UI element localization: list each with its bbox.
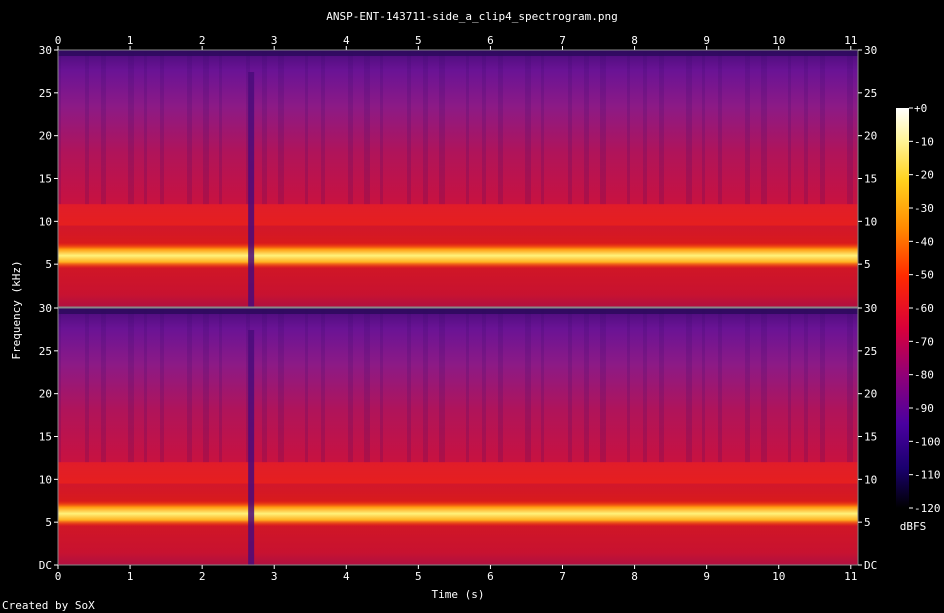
y-tick-label-right: 15 bbox=[864, 173, 877, 186]
y-tick-label-left: 5 bbox=[45, 516, 52, 529]
x-tick-label-bottom: 4 bbox=[343, 570, 350, 583]
colorbar-tick-label: -90 bbox=[914, 402, 934, 415]
x-tick-label-top: 0 bbox=[55, 34, 62, 47]
y-tick-label-left: 25 bbox=[39, 87, 52, 100]
colorbar-tick-label: -40 bbox=[914, 235, 934, 248]
y-tick-label-right: 25 bbox=[864, 87, 877, 100]
y-tick-label-right: 20 bbox=[864, 388, 877, 401]
y-tick-label-left: 30 bbox=[39, 302, 52, 315]
y-tick-label-left: 15 bbox=[39, 173, 52, 186]
x-axis-label: Time (s) bbox=[432, 588, 485, 601]
y-tick-label-right: 10 bbox=[864, 215, 877, 228]
x-tick-label-top: 6 bbox=[487, 34, 494, 47]
colorbar bbox=[896, 108, 909, 508]
x-tick-label-bottom: 11 bbox=[844, 570, 857, 583]
y-tick-label-left: 10 bbox=[39, 473, 52, 486]
colorbar-tick-label: -120 bbox=[914, 502, 941, 515]
colorbar-ticks: +0 -10 -20 -30 -40 -50 -60 -70 -80 -90 -100 -110 -12… bbox=[909, 102, 941, 515]
y-tick-label-right: 25 bbox=[864, 345, 877, 358]
x-tick-label-top: 7 bbox=[559, 34, 566, 47]
x-tick-label-top: 9 bbox=[703, 34, 710, 47]
colorbar-tick-label: -20 bbox=[914, 169, 934, 182]
colorbar-tick-label: -110 bbox=[914, 469, 941, 482]
x-tick-label-top: 1 bbox=[127, 34, 134, 47]
x-tick-label-bottom: 2 bbox=[199, 570, 206, 583]
y-tick-label-right: 30 bbox=[864, 44, 877, 57]
y-tick-label-right: 15 bbox=[864, 431, 877, 444]
x-tick-label-top: 5 bbox=[415, 34, 422, 47]
colorbar-unit: dBFS bbox=[900, 520, 927, 533]
x-tick-label-top: 3 bbox=[271, 34, 278, 47]
x-tick-label-top: 8 bbox=[631, 34, 638, 47]
x-tick-label-bottom: 9 bbox=[703, 570, 710, 583]
colorbar-tick-label: +0 bbox=[914, 102, 927, 115]
spectrogram-figure: ANSP-ENT-143711-side_a_clip4_spectrogram… bbox=[2, 10, 941, 612]
x-tick-label-top: 11 bbox=[844, 34, 857, 47]
x-tick-label-bottom: 1 bbox=[127, 570, 134, 583]
plot-panels bbox=[57, 49, 859, 566]
x-ticks-bottom: 0 1 2 3 4 5 6 7 8 9 10 11 bbox=[55, 565, 857, 583]
colorbar-tick-label: -60 bbox=[914, 302, 934, 315]
colorbar-tick-label: -70 bbox=[914, 335, 934, 348]
spectrogram-channel-2 bbox=[57, 307, 859, 566]
x-tick-label-bottom: 7 bbox=[559, 570, 566, 583]
x-tick-label-bottom: 5 bbox=[415, 570, 422, 583]
y-tick-label-right: 20 bbox=[864, 130, 877, 143]
y-tick-label-left: DC bbox=[39, 559, 52, 572]
y-tick-label-right: 10 bbox=[864, 473, 877, 486]
x-tick-label-bottom: 3 bbox=[271, 570, 278, 583]
y-tick-label-left: 15 bbox=[39, 431, 52, 444]
x-tick-label-top: 2 bbox=[199, 34, 206, 47]
x-tick-label-bottom: 10 bbox=[772, 570, 785, 583]
spectrogram-channel-1 bbox=[57, 49, 859, 308]
y-tick-label-left: 20 bbox=[39, 130, 52, 143]
y-axis-label: Frequency (kHz) bbox=[10, 260, 23, 359]
y-tick-label-left: 30 bbox=[39, 44, 52, 57]
footer-credit: Created by SoX bbox=[2, 599, 95, 612]
x-tick-label-bottom: 6 bbox=[487, 570, 494, 583]
y-tick-label-left: 10 bbox=[39, 215, 52, 228]
y-tick-label-right: 5 bbox=[864, 516, 871, 529]
y-tick-label-right: 30 bbox=[864, 302, 877, 315]
colorbar-tick-label: -80 bbox=[914, 369, 934, 382]
y-tick-label-left: 20 bbox=[39, 388, 52, 401]
chart-title: ANSP-ENT-143711-side_a_clip4_spectrogram… bbox=[326, 10, 617, 23]
x-tick-label-bottom: 0 bbox=[55, 570, 62, 583]
x-tick-label-top: 4 bbox=[343, 34, 350, 47]
colorbar-tick-label: -10 bbox=[914, 135, 934, 148]
colorbar-tick-label: -30 bbox=[914, 202, 934, 215]
colorbar-tick-label: -50 bbox=[914, 269, 934, 282]
colorbar-tick-label: -100 bbox=[914, 435, 941, 448]
x-tick-label-bottom: 8 bbox=[631, 570, 638, 583]
y-tick-label-right: 5 bbox=[864, 258, 871, 271]
y-tick-label-right: DC bbox=[864, 559, 877, 572]
y-tick-label-left: 25 bbox=[39, 345, 52, 358]
x-ticks-top: 0 1 2 3 4 5 6 7 8 9 10 11 bbox=[55, 34, 857, 50]
y-tick-label-left: 5 bbox=[45, 258, 52, 271]
x-tick-label-top: 10 bbox=[772, 34, 785, 47]
